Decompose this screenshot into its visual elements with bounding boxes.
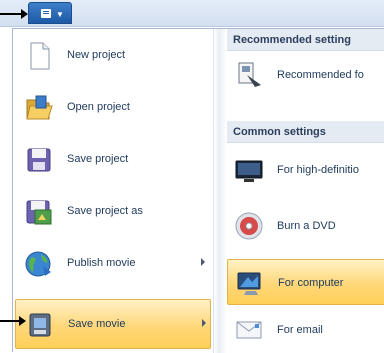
application-menu: New project Open project Save project Sa…: [12, 28, 384, 353]
submenu-item-for-email[interactable]: For email: [227, 307, 384, 353]
open-folder-icon: [26, 95, 53, 120]
submenu-arrow-icon: [201, 258, 205, 266]
email-icon: [236, 321, 262, 339]
submenu-item-label: Recommended fo: [277, 69, 364, 81]
dvd-disc-icon: [235, 212, 263, 240]
menu-item-label: Publish movie: [67, 257, 136, 269]
computer-monitor-icon: [237, 272, 261, 295]
callout-arrow-top: [0, 9, 28, 19]
submenu-item-for-computer[interactable]: For computer: [227, 259, 384, 305]
chevron-down-icon: ▼: [56, 10, 64, 19]
submenu-item-label: For email: [277, 324, 323, 336]
submenu-item-recommended[interactable]: Recommended fo: [227, 52, 384, 98]
menu-left-pane: New project Open project Save project Sa…: [13, 29, 213, 353]
menu-item-open-project[interactable]: Open project: [15, 83, 211, 133]
save-movie-icon: [29, 313, 51, 337]
menu-pane-divider: [213, 29, 227, 353]
menu-item-save-movie[interactable]: Save movie: [15, 299, 211, 349]
menu-item-label: Open project: [67, 101, 130, 113]
common-settings-header: Common settings: [227, 121, 384, 143]
hd-display-icon: [235, 160, 263, 182]
application-menu-button[interactable]: ▼: [28, 2, 72, 24]
menu-item-publish-movie[interactable]: Publish movie: [15, 239, 211, 289]
submenu-item-burn-dvd[interactable]: Burn a DVD: [227, 203, 384, 249]
recommended-setting-icon: [238, 62, 261, 87]
submenu-item-label: For computer: [278, 277, 344, 289]
save-disk-icon: [27, 148, 51, 172]
menu-item-new-project[interactable]: New project: [15, 31, 211, 81]
submenu-arrow-icon: [202, 319, 206, 327]
submenu-item-label: Burn a DVD: [277, 220, 336, 232]
recommended-setting-header: Recommended setting: [227, 29, 384, 51]
save-as-icon: [26, 200, 52, 225]
new-document-icon: [30, 42, 50, 70]
menu-item-save-project-as[interactable]: Save project as: [15, 187, 211, 237]
globe-icon: [25, 251, 51, 277]
menu-item-label: Save project: [67, 153, 129, 165]
menu-item-save-project[interactable]: Save project: [15, 135, 211, 185]
app-menu-icon: [41, 9, 51, 18]
menu-item-label: New project: [67, 49, 126, 61]
submenu-item-high-definition[interactable]: For high-definitio: [227, 147, 384, 193]
callout-arrow-bottom: [0, 316, 26, 326]
submenu-item-label: For high-definitio: [277, 164, 359, 176]
menu-item-label: Save movie: [68, 318, 126, 330]
menu-item-label: Save project as: [67, 205, 143, 217]
save-movie-submenu: Recommended setting Recommended fo Commo…: [227, 29, 384, 353]
